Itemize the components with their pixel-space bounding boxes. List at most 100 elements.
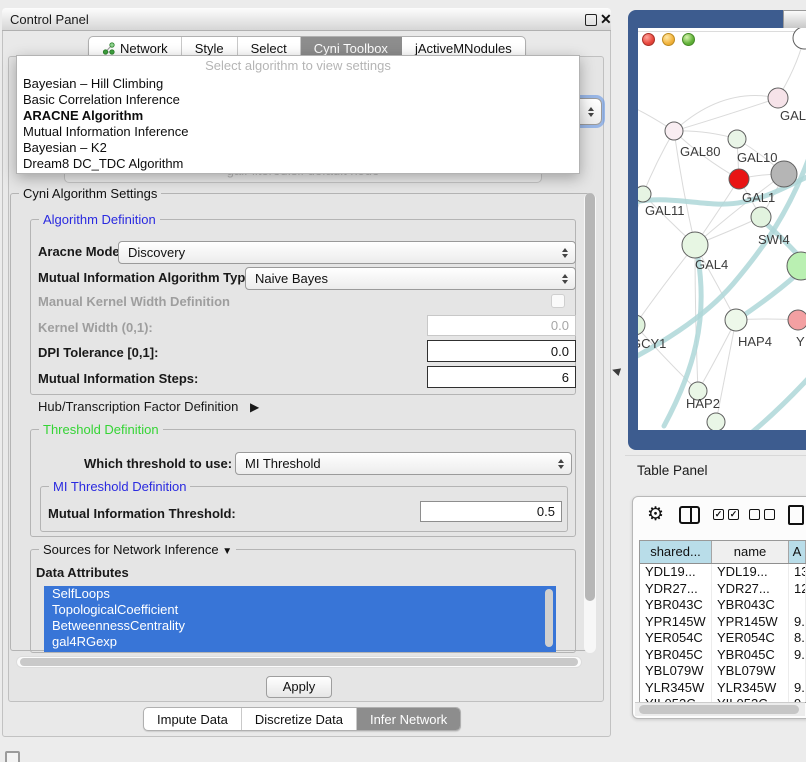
settings-hscrollbar-track[interactable] (16, 656, 582, 668)
collapse-down-icon: ▼ (222, 546, 232, 557)
column-header-shared[interactable]: shared... (640, 541, 712, 563)
table-cell: 9. (789, 614, 806, 631)
node-label-gcy1: GCY1 (638, 336, 666, 351)
table-row[interactable]: YDR27...YDR27...12 (640, 581, 806, 598)
attribute-item-betweennesscentrality[interactable]: BetweennessCentrality (44, 618, 556, 634)
combo-arrows-icon (588, 107, 594, 117)
table-cell: 9. (789, 647, 806, 664)
node-hap4[interactable] (725, 309, 747, 331)
dpi-tolerance-field[interactable]: 0.0 (427, 340, 576, 362)
node-gal10[interactable] (728, 130, 746, 148)
attribute-item-selfloops[interactable]: SelfLoops (44, 586, 556, 602)
node-label-gal11: GAL11 (645, 203, 685, 218)
file-icon[interactable] (788, 505, 804, 525)
node-gal11[interactable] (638, 186, 651, 202)
which-threshold-value: MI Threshold (245, 456, 321, 471)
tab-label: Cyni Toolbox (314, 41, 388, 56)
table-cell: YDL19... (712, 564, 789, 581)
mi-threshold-group-title: MI Threshold Definition (49, 479, 190, 494)
table-row[interactable]: YPR145WYPR145W9. (640, 614, 806, 631)
expand-right-icon: ▶ (250, 400, 259, 414)
traffic-light-red-icon[interactable] (642, 33, 655, 46)
dropdown-items: Bayesian – Hill ClimbingBasic Correlatio… (17, 76, 579, 172)
table-cell: YBL079W (712, 663, 789, 680)
data-attributes-list[interactable]: SelfLoopsTopologicalCoefficientBetweenne… (44, 586, 556, 652)
node-gcy1[interactable] (638, 315, 645, 335)
aracne-mode-value: Discovery (128, 245, 185, 260)
table-row[interactable]: YDL19...YDL19...13 (640, 564, 806, 581)
tab-impute-data[interactable]: Impute Data (144, 708, 242, 730)
mi-algorithm-type-combo[interactable]: Naive Bayes (245, 267, 576, 290)
table-row[interactable]: YLR345WYLR345W9. (640, 680, 806, 697)
algorithm-option-basic-correlation-inference[interactable]: Basic Correlation Inference (17, 92, 579, 108)
close-icon[interactable]: ✕ (600, 8, 612, 30)
table-cell: YPR145W (640, 614, 712, 631)
node-gal80[interactable] (665, 122, 683, 140)
apply-button[interactable]: Apply (266, 676, 332, 698)
algorithm-option-dream8-dc-tdc-algorithm[interactable]: Dream8 DC_TDC Algorithm (17, 156, 579, 172)
attribute-item-gal4rgexp[interactable]: gal4RGexp (44, 634, 556, 650)
network-graph[interactable]: GALGAL80GAL10GAL11GAL1SWI4GAL4GCY1HAP4YH… (638, 28, 806, 430)
table-hscrollbar-thumb[interactable] (639, 705, 799, 714)
tab-label: Style (195, 41, 224, 56)
network-canvas[interactable]: GALGAL80GAL10GAL11GAL1SWI4GAL4GCY1HAP4YH… (638, 28, 806, 430)
aracne-mode-combo[interactable]: Discovery (118, 241, 576, 264)
settings-vscrollbar-thumb[interactable] (585, 193, 595, 601)
node-pink-top[interactable] (768, 88, 788, 108)
algorithm-option-aracne-algorithm[interactable]: ARACNE Algorithm (17, 108, 579, 124)
sources-group-header[interactable]: Sources for Network Inference ▼ (39, 542, 236, 559)
floating-button-fragment[interactable] (5, 751, 20, 762)
table-cell (789, 597, 806, 614)
tab-label: Infer Network (370, 712, 447, 727)
dropdown-placeholder: Select algorithm to view settings (17, 56, 579, 76)
columns-icon[interactable] (679, 506, 700, 524)
traffic-light-yellow-icon[interactable] (662, 33, 675, 46)
table-cell: YBR043C (712, 597, 789, 614)
which-threshold-combo[interactable]: MI Threshold (235, 452, 572, 475)
algorithm-option-bayesian-k2[interactable]: Bayesian – K2 (17, 140, 579, 156)
tab-infer-network[interactable]: Infer Network (357, 708, 460, 730)
tab-discretize-data[interactable]: Discretize Data (242, 708, 357, 730)
settings-hscrollbar-thumb[interactable] (20, 658, 578, 666)
table-cell: YBR045C (712, 647, 789, 664)
table-row[interactable]: YER054CYER054C8. (640, 630, 806, 647)
settings-vscrollbar-track[interactable] (584, 193, 596, 653)
table-cell: YER054C (712, 630, 789, 647)
table-cell: YDL19... (640, 564, 712, 581)
algorithm-dropdown[interactable]: Select algorithm to view settings Bayesi… (16, 55, 580, 174)
table-cell: YER054C (640, 630, 712, 647)
screen: Control Panel ✕ NetworkStyleSelectCyni T… (0, 0, 806, 762)
float-window-icon[interactable] (585, 14, 597, 26)
mi-threshold-label: Mutual Information Threshold: (48, 507, 236, 521)
table-panel-title: Table Panel (637, 463, 708, 478)
node-gal4[interactable] (682, 232, 708, 258)
node-bottom-node[interactable] (707, 413, 725, 430)
node-partial-top[interactable] (793, 28, 806, 49)
algorithm-option-mutual-information-inference[interactable]: Mutual Information Inference (17, 124, 579, 140)
table-hscrollbar-track[interactable] (635, 702, 805, 716)
gear-icon[interactable]: ⚙ (647, 504, 664, 526)
node-gal1[interactable] (751, 207, 771, 227)
mi-threshold-field[interactable]: 0.5 (420, 501, 562, 522)
attribute-item-topologicalcoefficient[interactable]: TopologicalCoefficient (44, 602, 556, 618)
traffic-light-green-icon[interactable] (682, 33, 695, 46)
mi-steps-field[interactable]: 6 (427, 366, 576, 388)
column-header-name[interactable]: name (712, 541, 789, 563)
kernel-width-field[interactable]: 0.0 (427, 315, 576, 336)
table-row[interactable]: YBL079WYBL079W (640, 663, 806, 680)
algorithm-option-bayesian-hill-climbing[interactable]: Bayesian – Hill Climbing (17, 76, 579, 92)
node-red-node[interactable] (729, 169, 749, 189)
column-header-a[interactable]: A (789, 541, 806, 563)
control-panel-title: Control Panel (10, 8, 89, 31)
select-all-icon[interactable]: ✓ ✓ (713, 509, 739, 520)
attributes-scrollbar[interactable] (545, 589, 553, 647)
node-swi4[interactable] (787, 252, 806, 280)
hub-definition-expander[interactable]: Hub/Transcription Factor Definition ▶ (38, 400, 259, 414)
table-row[interactable]: YBR045CYBR045C9. (640, 647, 806, 664)
table-row[interactable]: YBR043CYBR043C (640, 597, 806, 614)
node-y-node[interactable] (788, 310, 806, 330)
manual-kernel-width-checkbox[interactable] (551, 294, 565, 308)
table-header-row: shared...nameA (640, 541, 806, 564)
deselect-all-icon[interactable] (749, 509, 775, 520)
threshold-definition-title: Threshold Definition (39, 422, 163, 437)
